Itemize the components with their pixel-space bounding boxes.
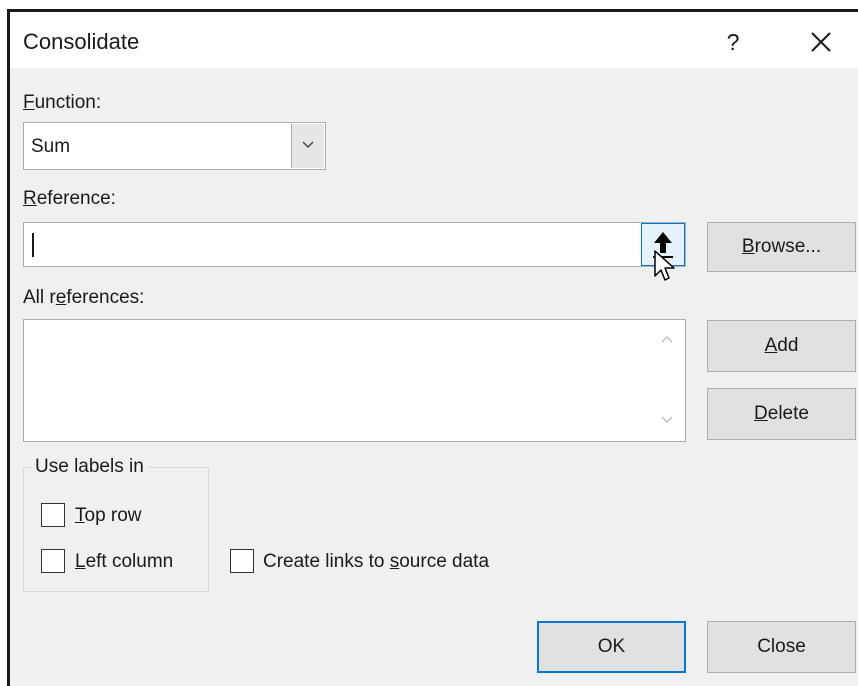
dialog-title: Consolidate [23, 29, 140, 54]
references-scrollbar[interactable] [651, 320, 685, 441]
ok-button[interactable]: OK [537, 621, 686, 673]
function-label: Function: [23, 92, 102, 113]
delete-button[interactable]: Delete [707, 388, 856, 440]
top-row-checkbox[interactable] [41, 503, 65, 527]
close-dialog-icon[interactable] [805, 25, 837, 59]
help-button[interactable]: ? [718, 25, 748, 59]
close-button[interactable]: Close [707, 621, 856, 673]
scroll-down-icon[interactable] [661, 416, 673, 424]
title-bar: Consolidate ? [10, 12, 858, 68]
left-column-label[interactable]: Left column [75, 551, 173, 573]
add-button[interactable]: Add [707, 320, 856, 372]
mouse-pointer-icon [654, 250, 675, 281]
create-links-checkbox[interactable] [230, 549, 254, 573]
scroll-up-icon[interactable] [661, 335, 673, 343]
function-selected-value: Sum [31, 136, 71, 157]
use-labels-group: Use labels in [23, 456, 209, 592]
browse-button[interactable]: Browse... [707, 222, 856, 272]
chevron-down-icon[interactable] [291, 124, 324, 168]
create-links-label[interactable]: Create links to source data [263, 551, 489, 573]
reference-label: Reference: [23, 188, 116, 209]
consolidate-dialog: Consolidate ? Function: Sum Reference: B… [7, 9, 858, 686]
use-labels-legend: Use labels in [31, 456, 148, 478]
left-column-checkbox[interactable] [41, 549, 65, 573]
function-dropdown[interactable]: Sum [23, 122, 326, 170]
top-row-label[interactable]: Top row [75, 505, 142, 527]
all-references-list[interactable] [23, 319, 686, 442]
reference-input[interactable] [23, 222, 686, 267]
text-caret [32, 233, 34, 257]
all-references-label: All references: [23, 287, 145, 308]
